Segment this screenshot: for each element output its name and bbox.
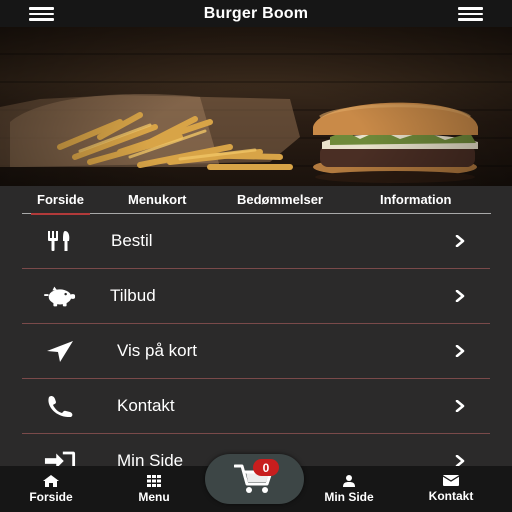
chevron-right-icon: [455, 345, 465, 357]
cart-count-badge: 0: [253, 459, 279, 476]
menu-item-label: Kontakt: [117, 396, 175, 415]
nav-forside[interactable]: Forside: [14, 466, 88, 512]
location-arrow-icon: [44, 339, 76, 363]
menu-item-label: Vis på kort: [117, 341, 198, 360]
chevron-right-icon: [455, 290, 465, 302]
home-icon: [43, 474, 59, 487]
chevron-right-icon: [455, 235, 465, 247]
tab-information[interactable]: Information: [380, 192, 452, 207]
menu-item-bestil[interactable]: Bestil: [22, 214, 490, 269]
nav-min-side[interactable]: Min Side: [310, 466, 388, 512]
app-title: Burger Boom: [203, 4, 309, 22]
envelope-icon: [443, 475, 459, 486]
nav-label: Menu: [138, 489, 170, 504]
menu-item-tilbud[interactable]: Tilbud: [22, 269, 490, 324]
menu-item-kontakt[interactable]: Kontakt: [22, 379, 490, 434]
menu-hamburger-icon-left[interactable]: [29, 7, 54, 21]
main-menu-list: Bestil Tilbud Vis på kort Kontakt Min Si…: [22, 214, 490, 489]
nav-kontakt[interactable]: Kontakt: [412, 466, 490, 512]
piggy-bank-icon: [44, 284, 76, 308]
nav-menu[interactable]: Menu: [118, 466, 190, 512]
tab-bar: Forside Menukort Bedømmelser Information: [22, 186, 491, 215]
tab-bedommelser[interactable]: Bedømmelser: [237, 192, 323, 207]
menu-item-label: Bestil: [111, 231, 153, 250]
grid-icon: [147, 474, 161, 487]
cart-button[interactable]: 0: [205, 454, 304, 504]
nav-label: Kontakt: [428, 489, 474, 503]
chevron-right-icon: [455, 400, 465, 412]
menu-hamburger-icon-right[interactable]: [458, 7, 483, 21]
top-bar: Burger Boom: [0, 0, 512, 27]
menu-item-label: Tilbud: [110, 286, 156, 305]
user-icon: [343, 474, 355, 487]
tab-menukort[interactable]: Menukort: [128, 192, 187, 207]
menu-item-vis-paa-kort[interactable]: Vis på kort: [22, 324, 490, 379]
hero-image: [0, 27, 512, 186]
nav-label: Min Side: [324, 489, 374, 504]
app-screen: Burger Boom Forside Menukort Bedømmelser…: [0, 0, 512, 512]
tab-forside[interactable]: Forside: [31, 192, 90, 215]
phone-icon: [44, 394, 76, 418]
fork-knife-icon: [44, 229, 76, 253]
nav-label: Forside: [29, 489, 73, 504]
